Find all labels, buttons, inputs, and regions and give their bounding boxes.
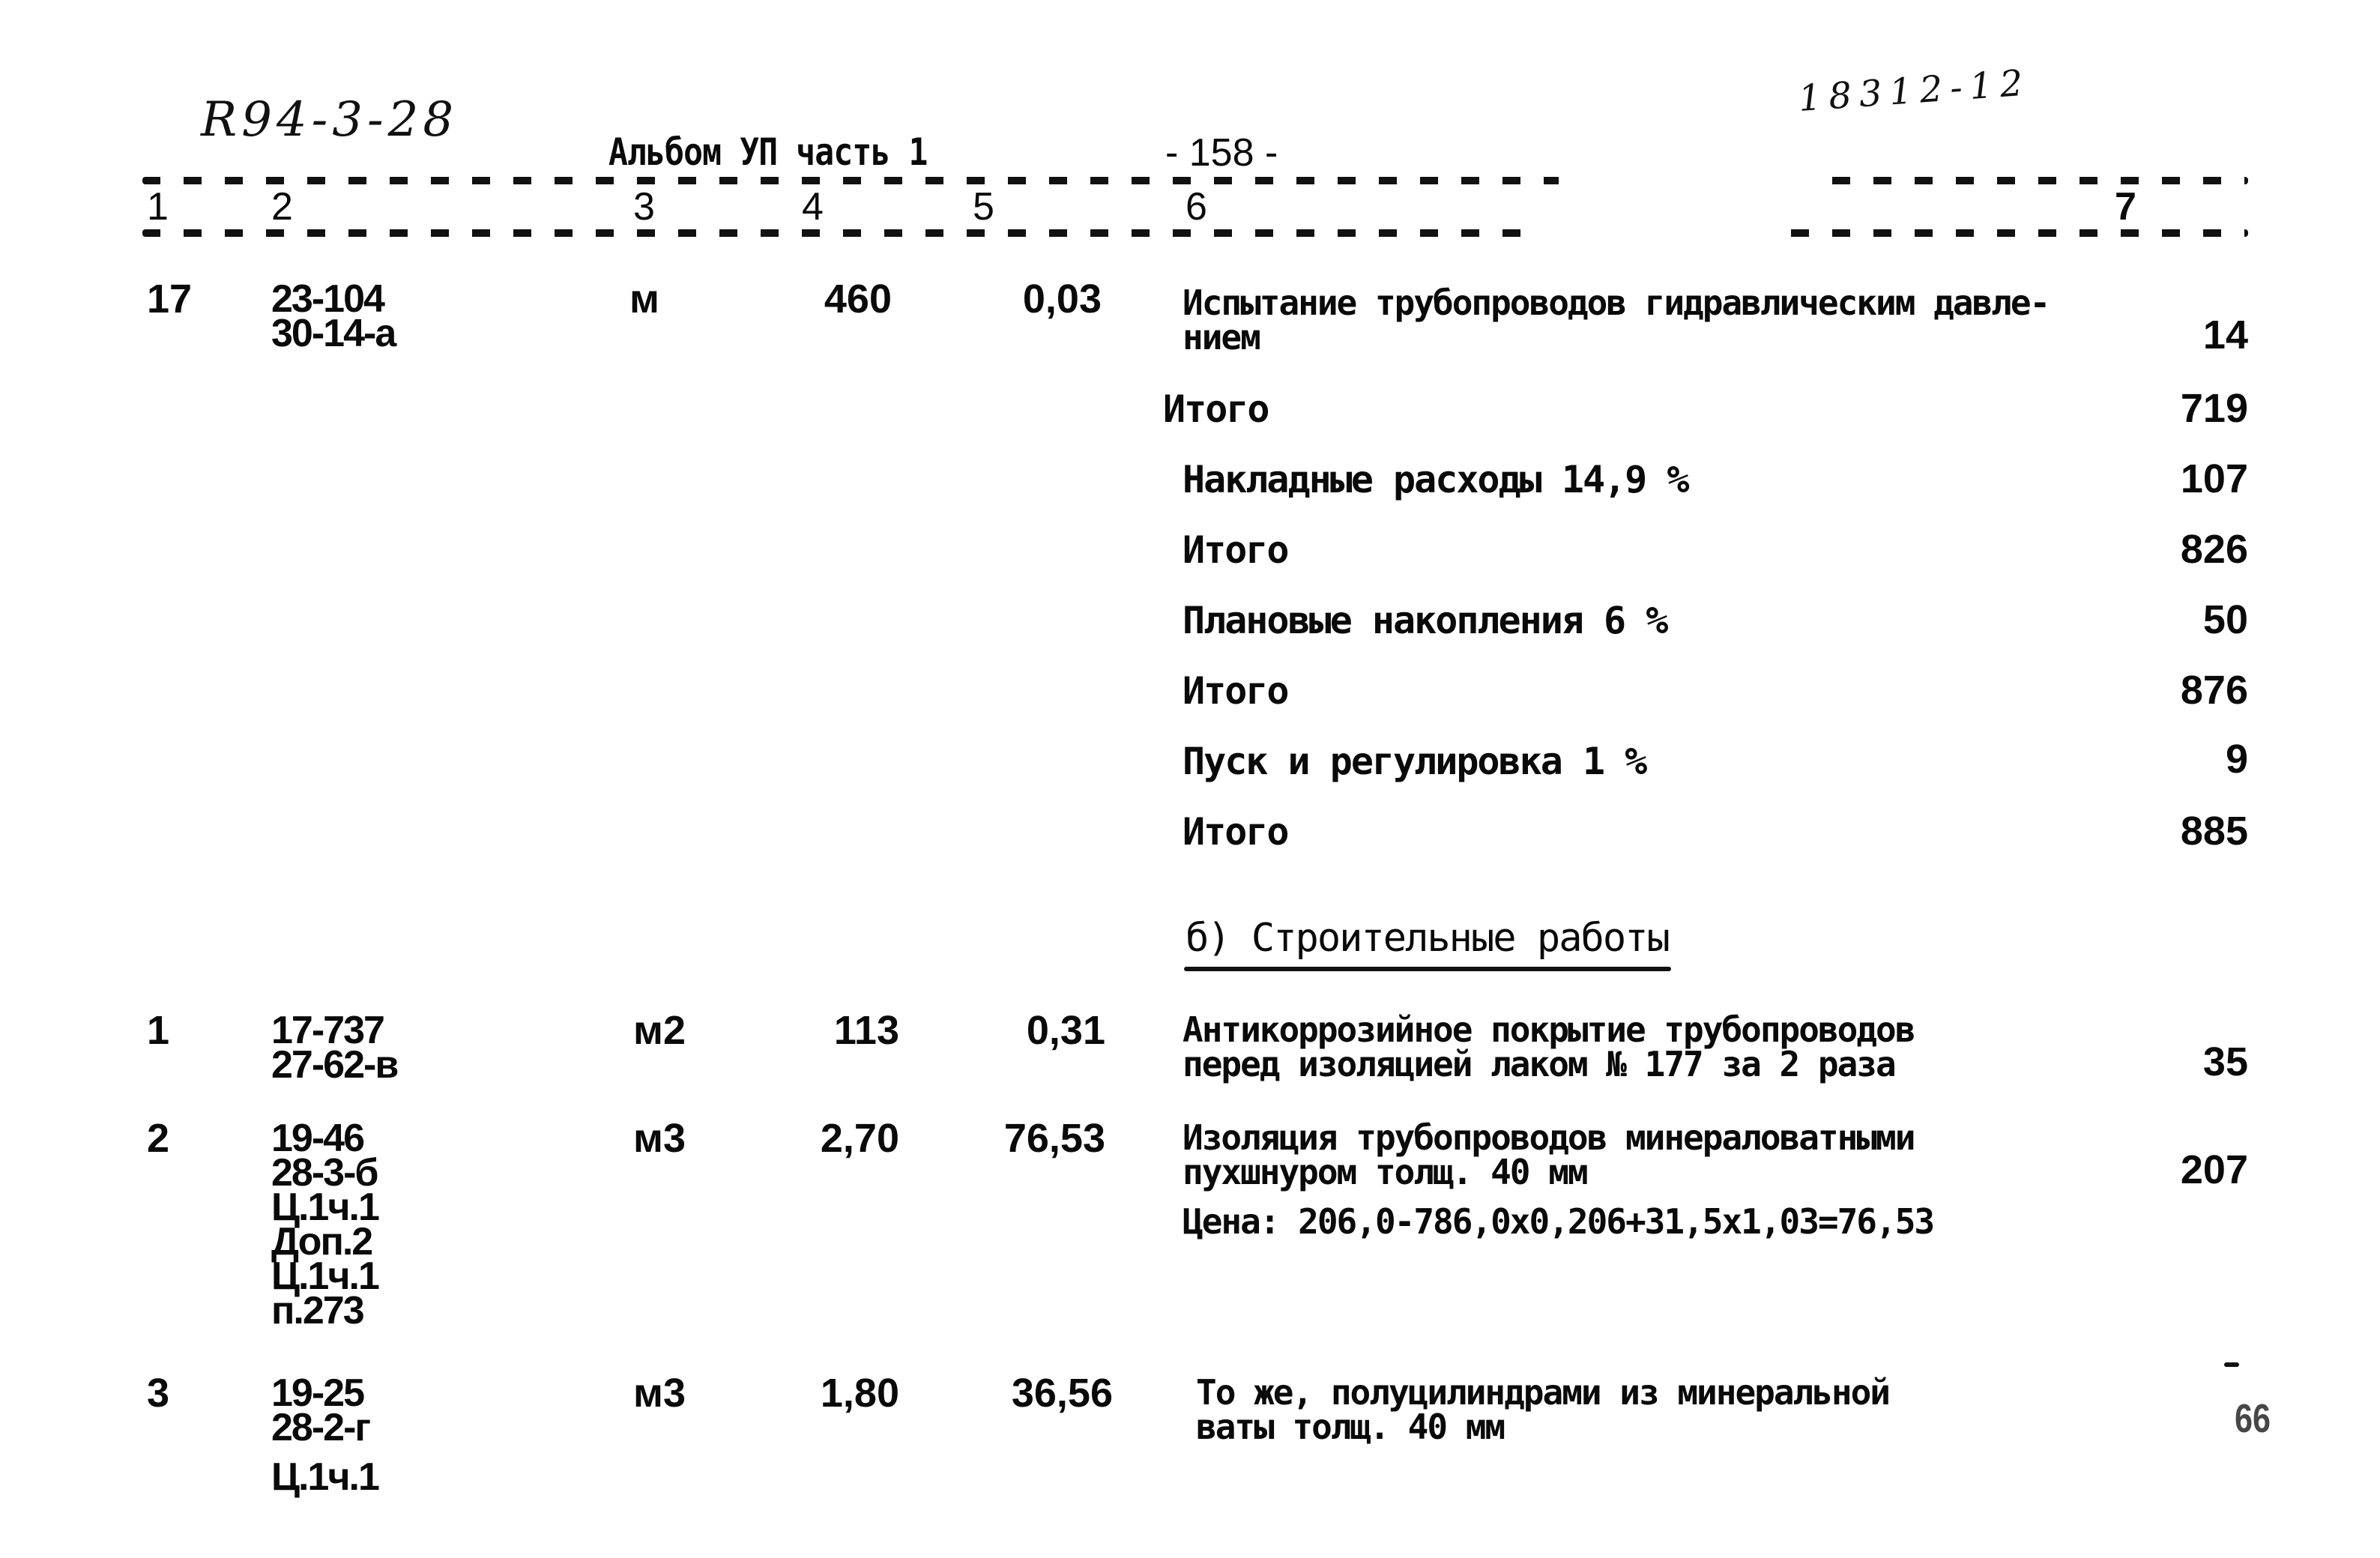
subtotal-value: 885 — [2180, 809, 2248, 854]
page-number: - 158 - — [1165, 131, 1278, 175]
section-heading: б) Строительные работы — [1186, 916, 1670, 961]
price-code: Ц.1ч.1 — [271, 1455, 380, 1499]
price-code: п.273 — [271, 1289, 365, 1332]
header-divider-fade — [1559, 175, 1828, 186]
subtotal-label: Плановые накопления 6 % — [1183, 599, 1668, 642]
column-header-5: 5 — [973, 185, 994, 229]
column-header-4: 4 — [802, 185, 824, 229]
description-line: нием — [1183, 317, 1261, 357]
header-divider-top — [142, 177, 2248, 184]
header-divider-fade — [1544, 228, 1784, 238]
quantity: 1,80 — [820, 1371, 899, 1416]
unit-price: 36,56 — [1011, 1371, 1113, 1416]
subtotal-value: 826 — [2180, 527, 2248, 572]
quantity: 113 — [833, 1008, 899, 1053]
section-heading-underline — [1184, 967, 1671, 971]
price-code: 28-2-г — [271, 1406, 371, 1449]
subtotal-value: 50 — [2202, 597, 2248, 642]
price-calculation-note: Цена: 206,0-786,0х0,206+31,5х1,03=76,53 — [1183, 1201, 1935, 1242]
description-line: ваты толщ. 40 мм — [1196, 1407, 1505, 1447]
column-header-7: 7 — [2115, 185, 2136, 229]
ink-mark — [2224, 1362, 2239, 1367]
unit: м2 — [633, 1008, 686, 1053]
column-header-1: 1 — [147, 185, 169, 229]
subtotal-value: 9 — [2225, 737, 2248, 782]
row-number: 2 — [147, 1116, 170, 1161]
row-total: 207 — [2180, 1147, 2248, 1192]
header-divider-bottom — [142, 229, 2248, 237]
subtotal-label: Итого — [1183, 810, 1290, 854]
subtotal-label: Пуск и регулировка 1 % — [1183, 740, 1647, 783]
description-line: пухшнуром толщ. 40 мм — [1183, 1152, 1589, 1192]
quantity: 460 — [824, 277, 892, 321]
description-line: То же, полуцилиндрами из минеральной — [1196, 1372, 1891, 1413]
row-total: 35 — [2202, 1039, 2248, 1084]
handwritten-document-code: R94-3-28 — [201, 92, 459, 148]
column-header-2: 2 — [271, 185, 293, 229]
row-total: 66 — [2234, 1396, 2271, 1441]
unit-price: 76,53 — [1003, 1116, 1105, 1161]
unit: м — [629, 277, 659, 321]
unit-price: 0,03 — [1022, 277, 1102, 321]
quantity: 2,70 — [820, 1116, 899, 1161]
subtotal-label: Итого — [1183, 528, 1290, 572]
price-code: 27-62-в — [271, 1043, 399, 1087]
description-line: перед изоляцией лаком № 177 за 2 раза — [1183, 1044, 1897, 1084]
subtotal-label: Итого — [1163, 387, 1270, 431]
row-number: 3 — [147, 1371, 170, 1416]
album-title: Альбом УП часть 1 — [608, 130, 928, 174]
row-total: 14 — [2202, 312, 2248, 357]
row-number: 1 — [147, 1008, 170, 1053]
column-header-3: 3 — [633, 185, 655, 229]
subtotal-label: Накладные расходы 14,9 % — [1183, 458, 1689, 501]
subtotal-label: Итого — [1183, 669, 1290, 713]
unit-price: 0,31 — [1026, 1008, 1105, 1053]
description-line: Изоляция трубопроводов минераловатными — [1183, 1117, 1915, 1158]
description-line: Антикоррозийное покрытие трубопроводов — [1183, 1009, 1915, 1050]
price-code: 30-14-а — [271, 312, 396, 355]
row-number: 17 — [147, 277, 193, 321]
subtotal-value: 107 — [2180, 456, 2248, 501]
subtotal-value: 719 — [2180, 386, 2248, 431]
description-line: Испытание трубопроводов гидравлическим д… — [1183, 283, 2050, 323]
unit: м3 — [633, 1371, 686, 1416]
handwritten-sheet-number: 18312-12 — [1797, 61, 2032, 120]
subtotal-value: 876 — [2180, 668, 2248, 713]
unit: м3 — [633, 1116, 686, 1161]
column-header-6: 6 — [1186, 185, 1207, 229]
